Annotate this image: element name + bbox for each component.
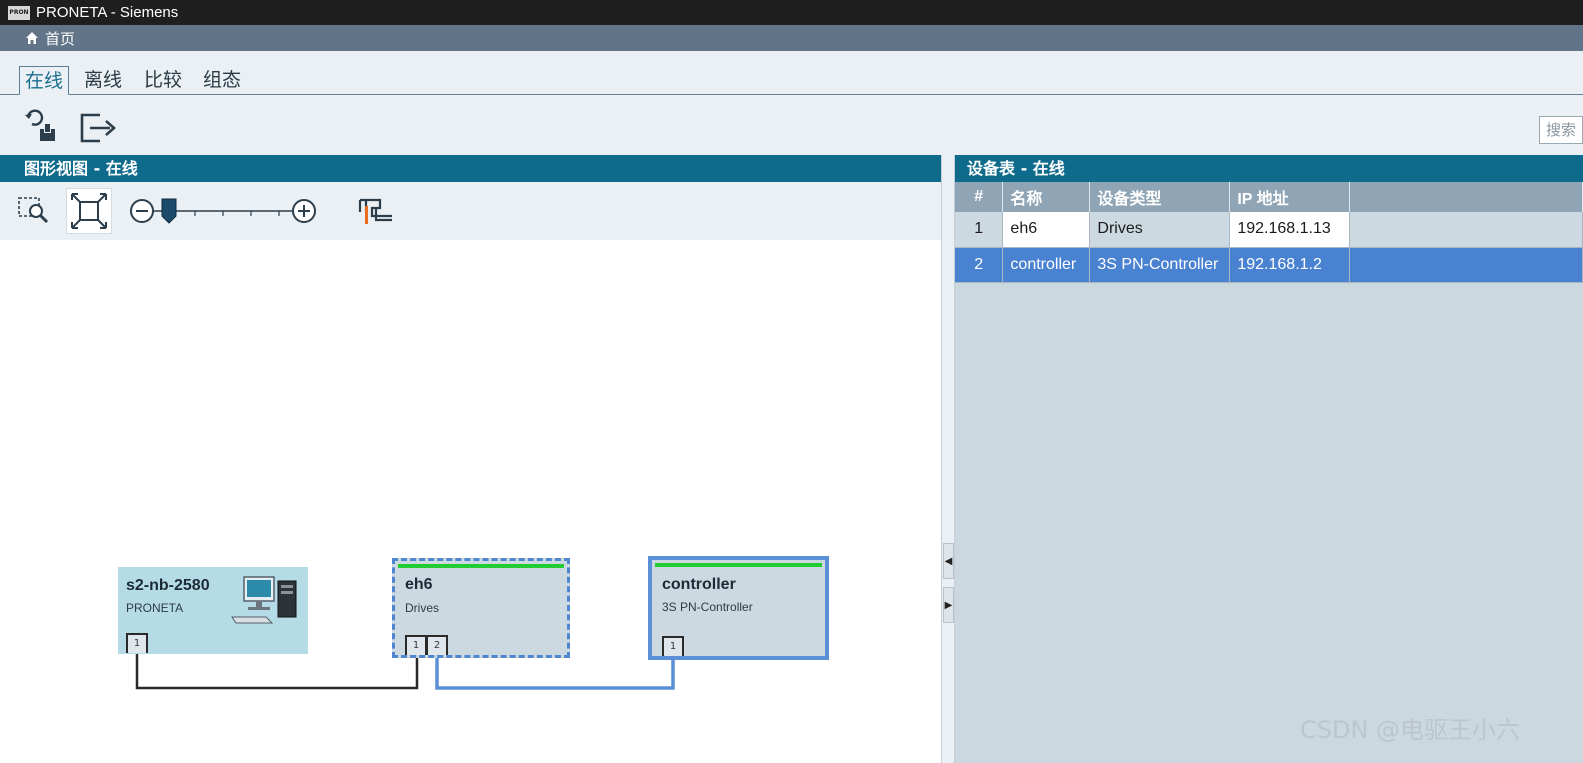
zoom-slider-graphic: [130, 199, 316, 223]
window-title: PRONETA - Siemens: [36, 4, 179, 21]
row-num: 2: [955, 247, 1004, 283]
device-table-header: 设备表 - 在线: [955, 155, 1583, 182]
row-name[interactable]: controller: [1002, 247, 1091, 283]
device-table: # 名称 设备类型 IP 地址 1 eh6 Drives 192.168.1.1…: [955, 182, 1583, 283]
node-name: eh6: [405, 576, 433, 593]
main-tab-bar: 在线 离线 比较 组态: [0, 51, 1583, 96]
device-table-area: # 名称 设备类型 IP 地址 1 eh6 Drives 192.168.1.1…: [955, 182, 1583, 763]
tab-configure[interactable]: 组态: [198, 66, 246, 96]
column-header-name[interactable]: 名称: [1002, 182, 1091, 212]
column-header-num[interactable]: #: [955, 182, 1004, 212]
zoom-area-button[interactable]: [16, 194, 54, 228]
row-name[interactable]: eh6: [1002, 212, 1091, 248]
refresh-network-button[interactable]: [22, 105, 62, 145]
fit-to-view-icon: [71, 193, 107, 229]
column-header-type[interactable]: 设备类型: [1089, 182, 1231, 212]
node-type: 3S PN-Controller: [662, 600, 753, 614]
zoom-slider[interactable]: [128, 196, 320, 226]
app-logo-icon: PRON: [8, 5, 30, 20]
link-pc-eh6: [135, 653, 419, 690]
topology-node-controller[interactable]: controller 3S PN-Controller 1: [648, 556, 829, 660]
port-2[interactable]: 2: [426, 635, 448, 655]
topology-canvas[interactable]: s2-nb-2580 PRONETA 1 eh6 Drives 1 2 cont…: [0, 240, 941, 763]
table-row[interactable]: 1 eh6 Drives 192.168.1.13: [955, 212, 1583, 248]
export-icon: [80, 113, 116, 143]
tab-offline[interactable]: 离线: [79, 66, 127, 96]
column-header-empty: [1349, 182, 1583, 212]
row-type: Drives: [1089, 212, 1231, 248]
row-empty: [1349, 212, 1583, 248]
collapse-right-arrow-icon[interactable]: ▶: [943, 587, 954, 623]
tab-compare[interactable]: 比较: [139, 66, 187, 96]
status-bar: [398, 564, 564, 568]
watermark-text: CSDN @电驱王小六: [1300, 716, 1521, 744]
home-icon: [26, 32, 38, 44]
table-header-row: # 名称 设备类型 IP 地址: [955, 182, 1583, 212]
port-1[interactable]: 1: [126, 633, 148, 653]
link-eh6-controller: [435, 653, 675, 690]
refresh-network-icon: [25, 109, 55, 141]
home-bar: 首页: [0, 25, 1583, 51]
port-1[interactable]: 1: [405, 635, 427, 655]
row-ip[interactable]: 192.168.1.13: [1229, 212, 1351, 248]
node-name: s2-nb-2580: [126, 577, 210, 594]
collapse-left-arrow-icon[interactable]: ◀: [943, 543, 954, 579]
table-row-selected[interactable]: 2 controller 3S PN-Controller 192.168.1.…: [955, 247, 1583, 283]
zoom-area-icon: [18, 197, 49, 224]
topology-links: [135, 653, 675, 690]
node-type: PRONETA: [126, 601, 184, 615]
home-label: 首页: [45, 29, 76, 48]
row-num: 1: [955, 212, 1004, 248]
export-button[interactable]: [78, 105, 118, 145]
row-type: 3S PN-Controller: [1089, 247, 1231, 283]
search-input[interactable]: 搜索: [1539, 116, 1583, 144]
fit-to-view-button[interactable]: [66, 188, 112, 234]
title-bar: PRON PRONETA - Siemens: [0, 0, 1583, 25]
node-name: controller: [662, 576, 736, 593]
column-header-ip[interactable]: IP 地址: [1229, 182, 1351, 212]
computer-icon: [231, 576, 297, 624]
graphic-view-header: 图形视图 - 在线: [0, 155, 941, 182]
topology-node-pc[interactable]: s2-nb-2580 PRONETA 1: [118, 567, 308, 654]
pane-splitter[interactable]: ◀ ▶: [941, 155, 955, 763]
status-bar: [655, 563, 822, 567]
row-ip[interactable]: 192.168.1.2: [1229, 247, 1351, 283]
port-1[interactable]: 1: [662, 636, 684, 656]
topology-layout-button[interactable]: [356, 196, 396, 226]
tab-online[interactable]: 在线: [19, 66, 70, 96]
zoom-slider-thumb[interactable]: [161, 198, 177, 224]
node-type: Drives: [405, 601, 440, 615]
row-empty: [1349, 247, 1583, 283]
toolbar: [0, 95, 1583, 155]
topology-node-eh6[interactable]: eh6 Drives 1 2: [392, 558, 570, 658]
home-button[interactable]: 首页: [24, 28, 75, 49]
topology-layout-icon: [358, 198, 392, 224]
